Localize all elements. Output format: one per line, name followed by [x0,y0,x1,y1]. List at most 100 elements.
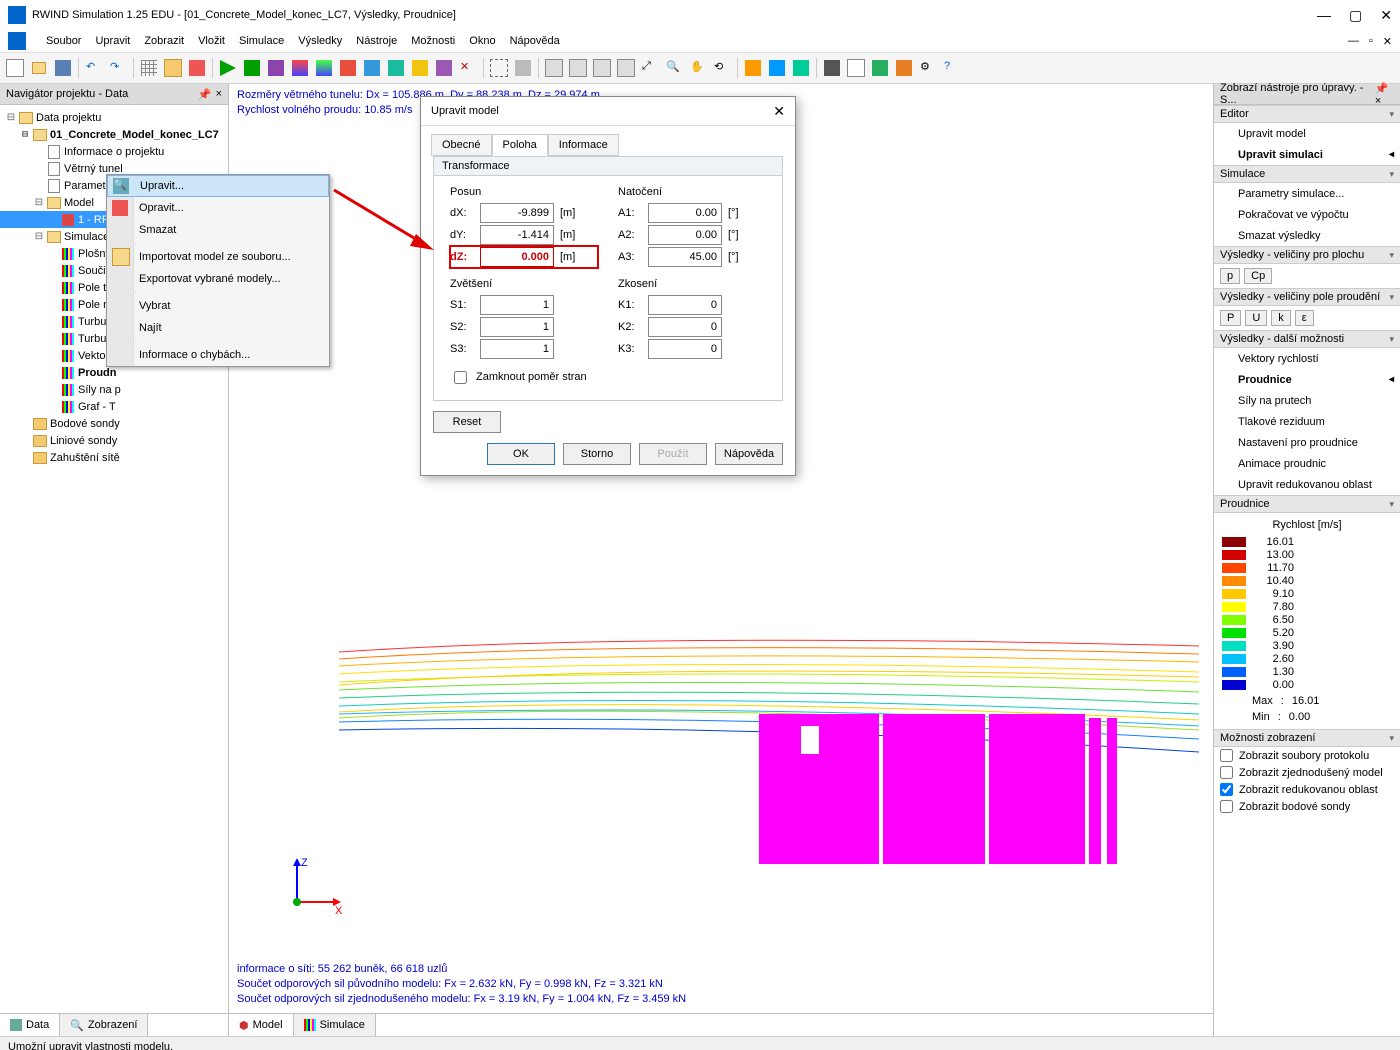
tb-delete[interactable]: ✕ [457,57,479,79]
tb-report[interactable] [845,57,867,79]
tb-view-z[interactable] [615,57,637,79]
ritem-oblast[interactable]: Upravit redukovanou oblast [1214,474,1400,495]
tree-root[interactable]: Data projektu [36,112,101,124]
tree-info[interactable]: Informace o projektu [64,146,164,158]
tb-pan[interactable]: ✋ [687,57,709,79]
tb-view-iso[interactable] [543,57,565,79]
tb-cp[interactable] [313,57,335,79]
maximize-button[interactable]: ▢ [1349,7,1362,24]
tree-sim-9[interactable]: Graf - T [78,401,116,413]
mdi-close-button[interactable]: ✕ [1383,35,1392,48]
tree-project[interactable]: 01_Concrete_Model_konec_LC7 [50,129,219,141]
mdi-restore-button[interactable]: ▫ [1369,35,1373,48]
menu-vysledky[interactable]: Výsledky [298,35,342,47]
tb-rotate[interactable]: ⟲ [711,57,733,79]
btn-eps[interactable]: ε [1295,310,1314,326]
tree-zahusteni[interactable]: Zahuštění sítě [50,452,120,464]
ritem-proudnice[interactable]: Proudnice◂ [1214,369,1400,390]
tb-view-x[interactable] [567,57,589,79]
btn-p[interactable]: p [1220,268,1240,284]
left-tab-data[interactable]: Data [0,1014,60,1036]
tb-pfield[interactable] [337,57,359,79]
btn-cp[interactable]: Cp [1244,268,1272,284]
tree-sim[interactable]: Simulace [64,231,109,243]
ctx-export[interactable]: Exportovat vybrané modely... [107,268,329,290]
tb-anim[interactable] [893,57,915,79]
tb-save[interactable] [52,57,74,79]
tb-pressure[interactable] [289,57,311,79]
tb-new[interactable] [4,57,26,79]
napoveda-button[interactable]: Nápověda [715,443,783,465]
menu-napoveda[interactable]: Nápověda [510,35,560,47]
tree-bodove[interactable]: Bodové sondy [50,418,120,430]
ok-button[interactable]: OK [487,443,555,465]
sect-vp[interactable]: Výsledky - veličiny pro plochu▾ [1214,246,1400,264]
mdi-minimize-button[interactable]: — [1348,35,1359,48]
input-k3[interactable] [648,339,722,359]
ritem-vectors[interactable]: Vektory rychlostí [1214,348,1400,369]
panel-close-icon[interactable]: × [216,88,222,101]
sect-mz[interactable]: Možnosti zobrazení▾ [1214,729,1400,747]
input-s2[interactable] [480,317,554,337]
menu-vlozit[interactable]: Vložit [198,35,225,47]
chk-protokol[interactable]: Zobrazit soubory protokolu [1214,747,1400,764]
tb-open[interactable] [28,57,50,79]
tree-sim-8[interactable]: Síly na p [78,384,121,396]
menu-zobrazit[interactable]: Zobrazit [144,35,184,47]
pin-icon[interactable]: 📌 [198,88,212,101]
tb-zoom-win[interactable]: 🔍 [663,57,685,79]
ctx-import[interactable]: Importovat model ze souboru... [107,246,329,268]
ctx-vybrat[interactable]: Vybrat [107,295,329,317]
ctx-opravit[interactable]: Opravit... [107,197,329,219]
tb-probe-l[interactable] [766,57,788,79]
close-button[interactable]: ✕ [1380,7,1392,24]
tab-informace[interactable]: Informace [548,134,619,156]
chk-redukovana[interactable]: Zobrazit redukovanou oblast [1214,781,1400,798]
menu-simulace[interactable]: Simulace [239,35,284,47]
tree-sim-7[interactable]: Proudn [78,367,117,379]
chk-lock-ratio[interactable] [454,371,467,384]
tb-force[interactable] [433,57,455,79]
sect-proudnice[interactable]: Proudnice▾ [1214,495,1400,513]
tb-view-y[interactable] [591,57,613,79]
tb-stream[interactable] [409,57,431,79]
input-s3[interactable] [480,339,554,359]
dialog-close-button[interactable]: ✕ [773,103,785,120]
pouzit-button[interactable]: Použít [639,443,707,465]
tb-clip[interactable] [488,57,510,79]
tb-params[interactable] [186,57,208,79]
tb-undo[interactable]: ↶ [83,57,105,79]
tree-liniove[interactable]: Liniové sondy [50,435,117,447]
tree-tunnel[interactable]: Větrný tunel [64,163,123,175]
center-tab-simulace[interactable]: Simulace [294,1014,376,1036]
tb-ufield[interactable] [361,57,383,79]
tb-velocity[interactable] [385,57,407,79]
ritem-continue[interactable]: Pokračovat ve výpočtu [1214,204,1400,225]
tb-para[interactable] [162,57,184,79]
ctx-chyby[interactable]: Informace o chybách... [107,344,329,366]
tb-redo[interactable]: ↷ [107,57,129,79]
ritem-residuum[interactable]: Tlakové reziduum [1214,411,1400,432]
ritem-nastaveni-proudnice[interactable]: Nastavení pro proudnice [1214,432,1400,453]
reset-button[interactable]: Reset [433,411,501,433]
input-a1[interactable] [648,203,722,223]
ritem-upravit-simulaci[interactable]: Upravit simulaci◂ [1214,144,1400,165]
tb-zoom-fit[interactable]: ⤢ [639,57,661,79]
input-k2[interactable] [648,317,722,337]
ritem-animace[interactable]: Animace proudnic [1214,453,1400,474]
tb-screenshot[interactable] [821,57,843,79]
input-a3[interactable] [648,247,722,267]
input-k1[interactable] [648,295,722,315]
menu-upravit[interactable]: Upravit [95,35,130,47]
sect-vpp[interactable]: Výsledky - veličiny pole proudění▾ [1214,288,1400,306]
tb-probe-p[interactable] [742,57,764,79]
menu-okno[interactable]: Okno [469,35,495,47]
input-dz[interactable] [480,247,554,267]
left-tab-zobrazeni[interactable]: 🔍Zobrazení [60,1014,148,1036]
menu-nastroje[interactable]: Nástroje [356,35,397,47]
sect-editor[interactable]: Editor▾ [1214,105,1400,123]
sect-simulace[interactable]: Simulace▾ [1214,165,1400,183]
ctx-upravit[interactable]: 🔍Upravit... [107,175,329,197]
tab-poloha[interactable]: Poloha [492,134,548,156]
input-a2[interactable] [648,225,722,245]
